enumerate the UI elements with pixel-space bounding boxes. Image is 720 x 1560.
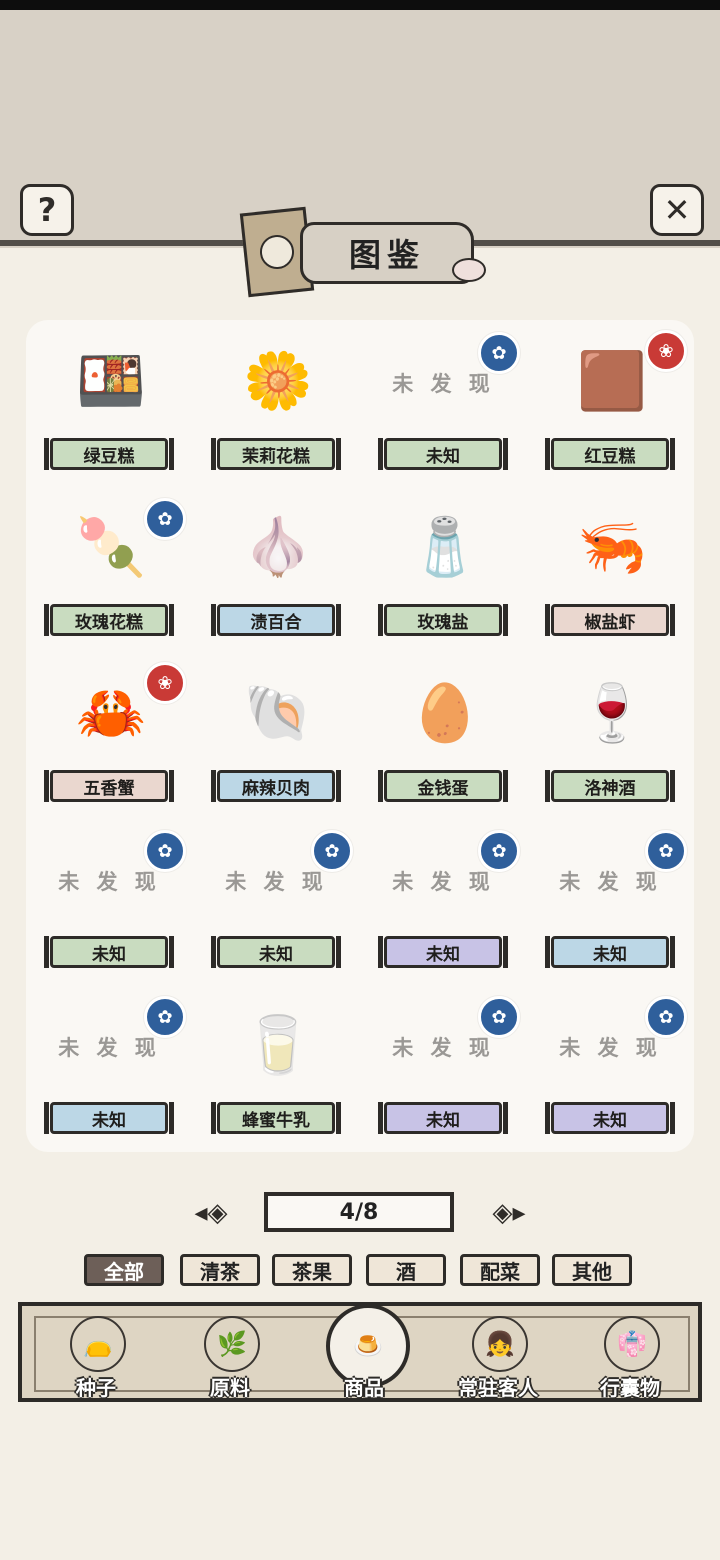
dish-image: 🥚 [410, 681, 480, 746]
catalog-item[interactable]: 未 发 现 ✿ 未知 [360, 320, 527, 486]
dish-image: 🥛 [243, 1013, 313, 1078]
dish-name: 未知 [378, 438, 508, 470]
bottom-nav: 👝 种子 🌿 原料 🍮 商品 👧 常驻客人 👘 行囊物 [18, 1302, 702, 1402]
nav-item[interactable]: 👝 种子 [36, 1310, 156, 1400]
nav-label: 行囊物 [600, 1376, 660, 1400]
catalog-item[interactable]: 未 发 现 ✿ 未知 [360, 818, 527, 984]
page-title: 图鉴 [348, 236, 425, 274]
filter-tab[interactable]: 清茶 [180, 1254, 260, 1286]
status-bar [0, 0, 720, 10]
catalog-item[interactable]: 未 发 现 ✿ 未知 [26, 818, 193, 984]
nav-label: 原料 [210, 1376, 250, 1400]
red-seal-icon: ❀ [144, 662, 186, 704]
blue-seal-icon: ✿ [478, 332, 520, 374]
dish-image: 🍷 [577, 681, 647, 746]
catalog-item[interactable]: 🧄 渍百合 [193, 486, 360, 652]
arrow-left-icon[interactable]: ◂◈ [188, 1198, 234, 1228]
help-button[interactable]: ? [20, 184, 74, 236]
red-seal-icon: ❀ [645, 330, 687, 372]
filter-tab[interactable]: 酒 [366, 1254, 446, 1286]
catalog-item[interactable]: 🥚 金钱蛋 [360, 652, 527, 818]
tea-leaf-icon: 🌿 [204, 1316, 260, 1372]
dish-image: 🐚 [243, 681, 313, 746]
filter-tab[interactable]: 茶果 [272, 1254, 352, 1286]
question-mark-icon: ? [37, 191, 57, 229]
dish-name: 蜂蜜牛乳 [211, 1102, 341, 1134]
blue-seal-icon: ✿ [144, 830, 186, 872]
blue-seal-icon: ✿ [478, 830, 520, 872]
close-button[interactable]: ✕ [650, 184, 704, 236]
dish-name: 五香蟹 [44, 770, 174, 802]
arrow-right-icon[interactable]: ◈▸ [486, 1198, 532, 1228]
blue-seal-icon: ✿ [645, 996, 687, 1038]
top-band [0, 10, 720, 248]
filter-tab[interactable]: 其他 [552, 1254, 632, 1286]
catalog-item[interactable]: 🟫 ❀ 红豆糕 [527, 320, 694, 486]
catalog-item[interactable]: 🦀 ❀ 五香蟹 [26, 652, 193, 818]
dish-name: 未知 [378, 1102, 508, 1134]
catalog-item[interactable]: 未 发 现 ✿ 未知 [26, 984, 193, 1150]
flower-deco-icon [452, 258, 486, 282]
catalog-item[interactable]: 未 发 现 ✿ 未知 [360, 984, 527, 1150]
nav-item[interactable]: 👘 行囊物 [570, 1310, 690, 1400]
filter-tab[interactable]: 全部 [84, 1254, 164, 1286]
catalog-item[interactable]: 🍡 ✿ 玫瑰花糕 [26, 486, 193, 652]
title-plaque: 图鉴 [300, 222, 474, 284]
catalog-item[interactable]: 未 发 现 ✿ 未知 [193, 818, 360, 984]
nav-item[interactable]: 🍮 商品 [304, 1304, 424, 1400]
dish-name: 未知 [545, 1102, 675, 1134]
blue-seal-icon: ✿ [478, 996, 520, 1038]
catalog-item[interactable]: 未 发 现 ✿ 未知 [527, 984, 694, 1150]
catalog-grid: 🍱 绿豆糕 🌼 茉莉花糕未 发 现 ✿ 未知 🟫 ❀ 红豆糕 🍡 ✿ 玫瑰花糕 🧄 渍百合 🧂 玫瑰盐 🦐 椒盐虾… [26, 320, 694, 1152]
catalog-item[interactable]: 🐚 麻辣贝肉 [193, 652, 360, 818]
dish-name: 玫瑰盐 [378, 604, 508, 636]
dish-image: 🦐 [577, 515, 647, 580]
dish-name: 玫瑰花糕 [44, 604, 174, 636]
dish-name: 未知 [44, 936, 174, 968]
blue-seal-icon: ✿ [144, 996, 186, 1038]
catalog-item[interactable]: 🥛 蜂蜜牛乳 [193, 984, 360, 1150]
page-indicator: 4/8 [264, 1192, 454, 1232]
dish-image: 🌼 [243, 349, 313, 414]
girl-avatar-icon: 👧 [472, 1316, 528, 1372]
dish-name: 未知 [44, 1102, 174, 1134]
blue-seal-icon: ✿ [645, 830, 687, 872]
catalog-item[interactable]: 🌼 茉莉花糕 [193, 320, 360, 486]
dish-name: 绿豆糕 [44, 438, 174, 470]
nav-item[interactable]: 👧 常驻客人 [438, 1310, 558, 1400]
dish-name: 红豆糕 [545, 438, 675, 470]
dish-name: 渍百合 [211, 604, 341, 636]
dish-name: 茉莉花糕 [211, 438, 341, 470]
close-x-icon: ✕ [663, 191, 691, 229]
dish-name: 未知 [378, 936, 508, 968]
pager: ◂◈ 4/8 ◈▸ [188, 1190, 532, 1238]
catalog-item[interactable]: 🦐 椒盐虾 [527, 486, 694, 652]
dish-name: 未知 [211, 936, 341, 968]
dish-image: 🍱 [76, 349, 146, 414]
nav-label: 商品 [344, 1376, 384, 1400]
robe-icon: 👘 [604, 1316, 660, 1372]
filter-tabs: 全部 清茶 茶果酒配菜 其他 [84, 1254, 644, 1288]
dish-image: 🧂 [410, 515, 480, 580]
filter-tab[interactable]: 配菜 [460, 1254, 540, 1286]
dish-name: 洛神酒 [545, 770, 675, 802]
catalog-item[interactable]: 🧂 玫瑰盐 [360, 486, 527, 652]
nav-item[interactable]: 🌿 原料 [170, 1310, 290, 1400]
dish-name: 麻辣贝肉 [211, 770, 341, 802]
blue-seal-icon: ✿ [144, 498, 186, 540]
seed-bag-icon: 👝 [70, 1316, 126, 1372]
nav-label: 常驻客人 [458, 1376, 538, 1400]
dish-image: 🧄 [243, 515, 313, 580]
dish-name: 椒盐虾 [545, 604, 675, 636]
dish-name: 未知 [545, 936, 675, 968]
catalog-item[interactable]: 🍷 洛神酒 [527, 652, 694, 818]
blue-seal-icon: ✿ [311, 830, 353, 872]
catalog-item[interactable]: 未 发 现 ✿ 未知 [527, 818, 694, 984]
dish-name: 金钱蛋 [378, 770, 508, 802]
nav-label: 种子 [76, 1376, 116, 1400]
catalog-item[interactable]: 🍱 绿豆糕 [26, 320, 193, 486]
